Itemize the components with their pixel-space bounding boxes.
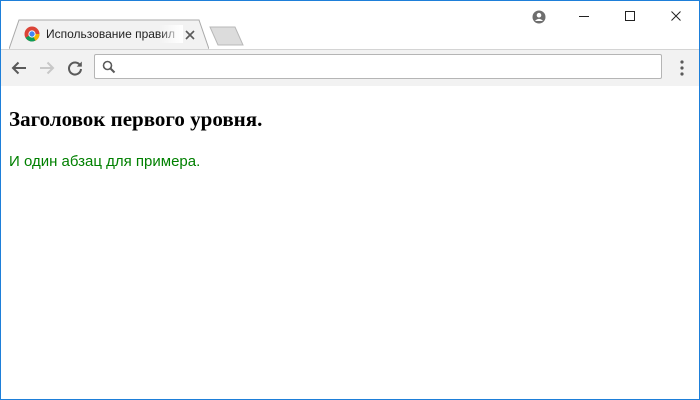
page-content: Заголовок первого уровня. И один абзац д…: [1, 86, 699, 399]
browser-toolbar: [1, 49, 699, 87]
browser-window: Использование правил Заголовок первого у…: [0, 0, 700, 400]
address-input[interactable]: [121, 57, 651, 76]
chrome-favicon-icon: [24, 26, 40, 42]
browser-tab[interactable]: Использование правил: [9, 19, 209, 49]
back-button[interactable]: [7, 56, 31, 80]
close-icon[interactable]: [184, 28, 196, 40]
address-bar[interactable]: [94, 54, 662, 79]
new-tab-icon: [209, 26, 244, 46]
back-arrow-icon: [11, 61, 26, 75]
close-icon: [671, 11, 681, 21]
browser-menu-button[interactable]: [671, 56, 693, 80]
minimize-button[interactable]: [561, 1, 607, 31]
page-paragraph: И один абзац для примера.: [9, 153, 201, 170]
reload-icon: [68, 61, 82, 76]
tab-title-fade: [159, 25, 183, 43]
maximize-button[interactable]: [607, 1, 653, 31]
reload-button[interactable]: [63, 56, 87, 80]
window-close-button[interactable]: [653, 1, 699, 31]
new-tab-button[interactable]: [208, 26, 248, 46]
profile-button[interactable]: [515, 1, 561, 31]
kebab-menu-icon: [680, 60, 684, 76]
minimize-icon: [579, 16, 589, 17]
page-heading: Заголовок первого уровня.: [9, 107, 263, 131]
maximize-icon: [625, 11, 635, 21]
title-bar: Использование правил: [1, 1, 699, 49]
search-icon: [102, 60, 116, 74]
profile-icon: [532, 10, 546, 24]
forward-button[interactable]: [35, 56, 59, 80]
forward-arrow-icon: [40, 61, 55, 75]
